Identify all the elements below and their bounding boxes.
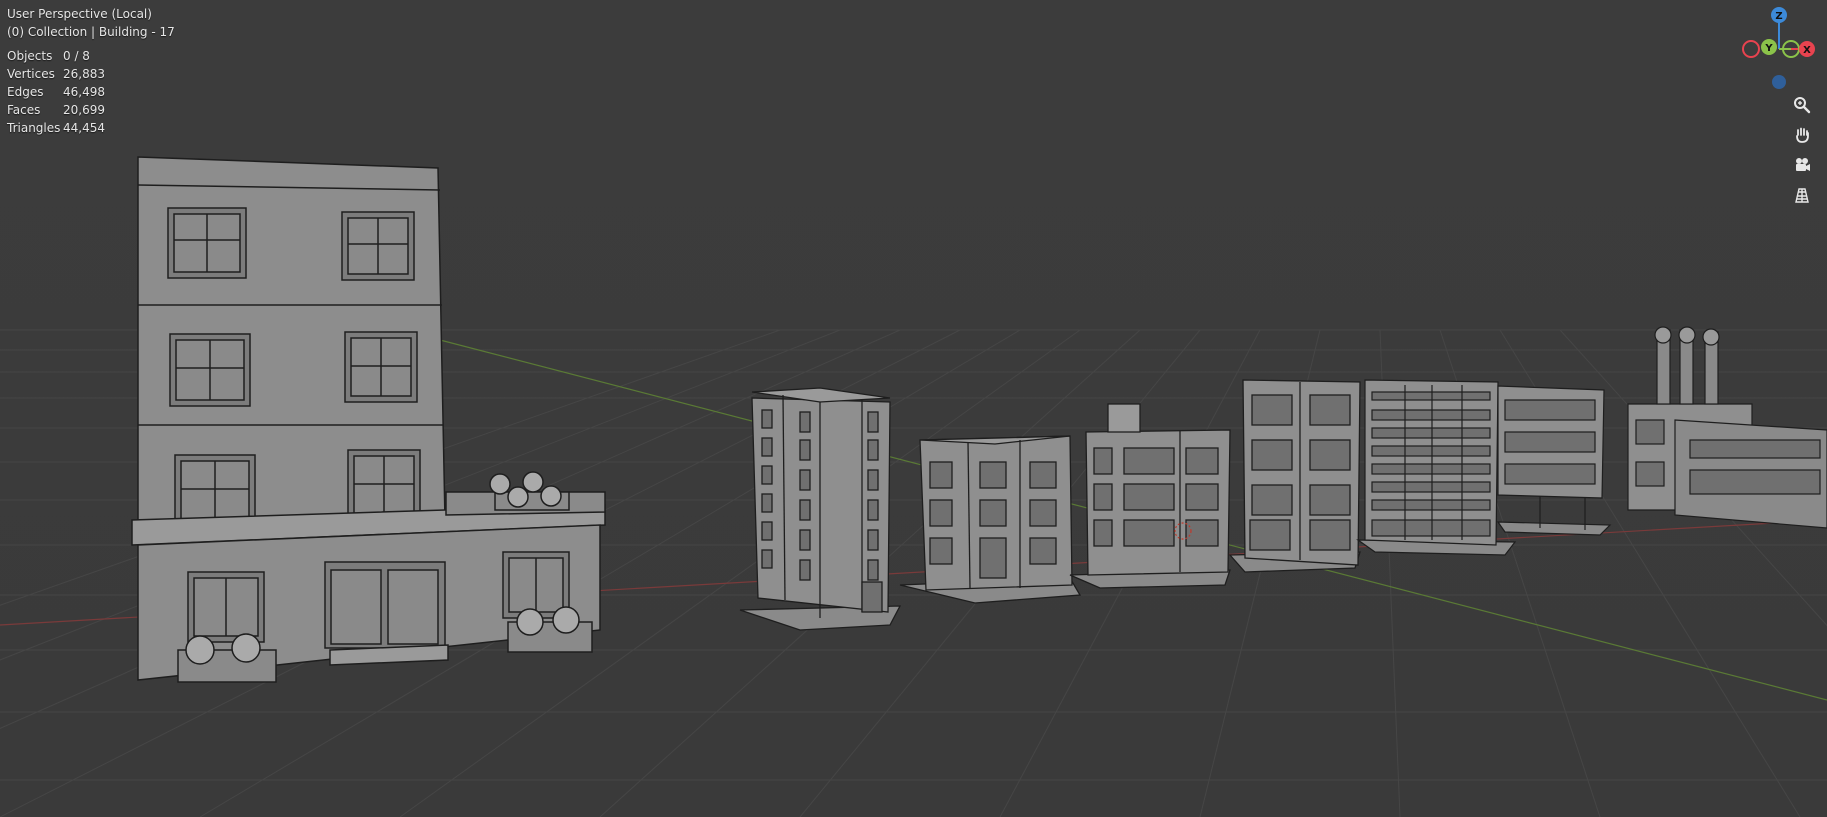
- stat-faces: Faces 20,699: [7, 103, 105, 117]
- viewport-info-overlay: User Perspective (Local) (0) Collection …: [7, 5, 175, 137]
- collection-label: (0) Collection | Building - 17: [7, 25, 175, 39]
- stat-triangles: Triangles 44,454: [7, 121, 105, 135]
- ortho-toggle-button[interactable]: [1789, 182, 1815, 208]
- zoom-button[interactable]: [1789, 92, 1815, 118]
- navigation-gizmo[interactable]: Z Y X: [1739, 4, 1819, 92]
- grid-icon: [1795, 188, 1809, 203]
- gizmo-y-label: Y: [1764, 43, 1773, 54]
- building-tall-grid[interactable]: [1356, 379, 1517, 556]
- zoom-icon: [1794, 97, 1811, 114]
- gizmo-neg-x[interactable]: [1742, 40, 1760, 58]
- viewport-navigation-tools: [1789, 92, 1815, 208]
- gizmo-x-label: X: [1803, 45, 1811, 56]
- building-medium-2[interactable]: [1069, 403, 1231, 589]
- camera-icon: [1796, 158, 1810, 171]
- viewport-title: User Perspective (Local): [7, 7, 152, 21]
- 3d-viewport[interactable]: [0, 0, 1827, 817]
- hand-icon: [1796, 127, 1809, 143]
- building-medium-1[interactable]: [899, 435, 1082, 604]
- stat-objects: Objects 0 / 8: [7, 49, 90, 63]
- building-tall-narrow[interactable]: [739, 387, 902, 631]
- stat-edges: Edges 46,498: [7, 85, 105, 99]
- scene-statistics: Objects 0 / 8 Vertices 26,883 Edges 46,4…: [7, 47, 175, 137]
- camera-view-button[interactable]: [1789, 152, 1815, 178]
- pan-button[interactable]: [1789, 122, 1815, 148]
- gizmo-z-label: Z: [1775, 11, 1782, 22]
- building-medium-3[interactable]: [1228, 379, 1361, 573]
- gizmo-neg-z[interactable]: [1772, 75, 1786, 89]
- stat-vertices: Vertices 26,883: [7, 67, 105, 81]
